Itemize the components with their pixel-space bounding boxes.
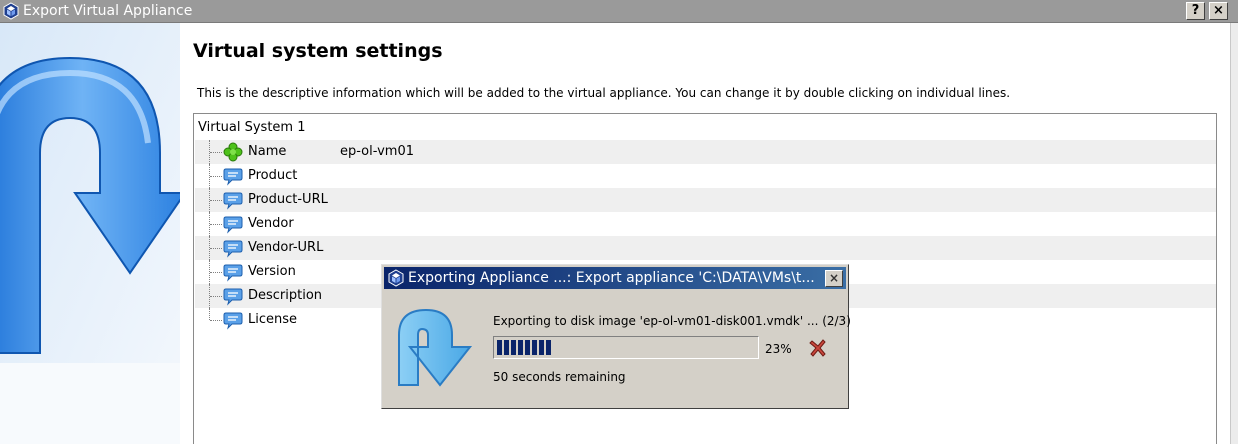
tree-item-label: Name bbox=[248, 144, 287, 159]
description-icon bbox=[223, 312, 243, 330]
tree-connector bbox=[209, 308, 224, 321]
tree-item-value: ep-ol-vm01 bbox=[340, 144, 414, 159]
cancel-export-icon[interactable] bbox=[808, 338, 828, 358]
description-icon bbox=[223, 168, 243, 186]
progress-block bbox=[539, 340, 544, 355]
page-description: This is the descriptive information whic… bbox=[197, 86, 1011, 100]
tree-item-label: Description bbox=[248, 288, 323, 303]
description-icon bbox=[223, 216, 243, 234]
tree-connector bbox=[209, 188, 224, 212]
close-button[interactable]: × bbox=[1209, 2, 1228, 20]
progress-block bbox=[532, 340, 537, 355]
export-arrow-icon bbox=[398, 308, 473, 387]
progress-block bbox=[511, 340, 516, 355]
progress-block bbox=[525, 340, 530, 355]
dialog-close-button[interactable]: × bbox=[825, 270, 843, 287]
tree-item-label: Version bbox=[248, 264, 296, 279]
tree-row-vendor[interactable]: Vendor bbox=[195, 212, 1216, 236]
progress-block bbox=[504, 340, 509, 355]
tree-root-virtual-system[interactable]: Virtual System 1 bbox=[198, 120, 306, 135]
tree-row-name[interactable]: Name ep-ol-vm01 bbox=[195, 140, 1216, 164]
tree-connector bbox=[209, 236, 224, 260]
help-button[interactable]: ? bbox=[1186, 2, 1205, 20]
tree-connector bbox=[209, 140, 224, 164]
tree-row-vendor-url[interactable]: Vendor-URL bbox=[195, 236, 1216, 260]
tree-connector bbox=[209, 284, 224, 308]
description-icon bbox=[223, 288, 243, 306]
virtualbox-icon bbox=[388, 269, 404, 287]
description-icon bbox=[223, 240, 243, 258]
tree-item-label: Vendor bbox=[248, 216, 294, 231]
progress-block bbox=[497, 340, 502, 355]
window-title-bar[interactable]: Export Virtual Appliance ? × bbox=[0, 0, 1238, 23]
progress-fill bbox=[497, 340, 551, 355]
page-title: Virtual system settings bbox=[193, 40, 443, 62]
dialog-title: Exporting Appliance ...: Export applianc… bbox=[408, 270, 815, 286]
wizard-side-graphic bbox=[0, 23, 180, 444]
description-icon bbox=[223, 192, 243, 210]
export-progress-bar bbox=[493, 336, 759, 359]
tree-row-product-url[interactable]: Product-URL bbox=[195, 188, 1216, 212]
tree-row-product[interactable]: Product bbox=[195, 164, 1216, 188]
window-title: Export Virtual Appliance bbox=[23, 3, 193, 19]
tree-item-label: Vendor-URL bbox=[248, 240, 324, 255]
progress-percent: 23% bbox=[765, 342, 792, 356]
export-progress-dialog[interactable]: Exporting Appliance ...: Export applianc… bbox=[381, 264, 851, 409]
progress-message: Exporting to disk image 'ep-ol-vm01-disk… bbox=[493, 314, 851, 328]
tree-connector bbox=[209, 260, 224, 284]
tree-item-label: Product-URL bbox=[248, 192, 328, 207]
tree-item-label: License bbox=[248, 312, 298, 327]
virtualbox-icon bbox=[3, 2, 19, 20]
tree-connector bbox=[209, 212, 224, 236]
tree-connector bbox=[209, 164, 224, 188]
window-right-edge bbox=[1230, 23, 1238, 444]
progress-block bbox=[546, 340, 551, 355]
progress-block bbox=[518, 340, 523, 355]
description-icon bbox=[223, 264, 243, 282]
dialog-title-bar[interactable]: Exporting Appliance ...: Export applianc… bbox=[384, 267, 846, 289]
export-arrow-graphic bbox=[0, 23, 180, 444]
time-remaining: 50 seconds remaining bbox=[493, 370, 626, 384]
tree-item-label: Product bbox=[248, 168, 298, 183]
name-icon bbox=[223, 142, 243, 162]
